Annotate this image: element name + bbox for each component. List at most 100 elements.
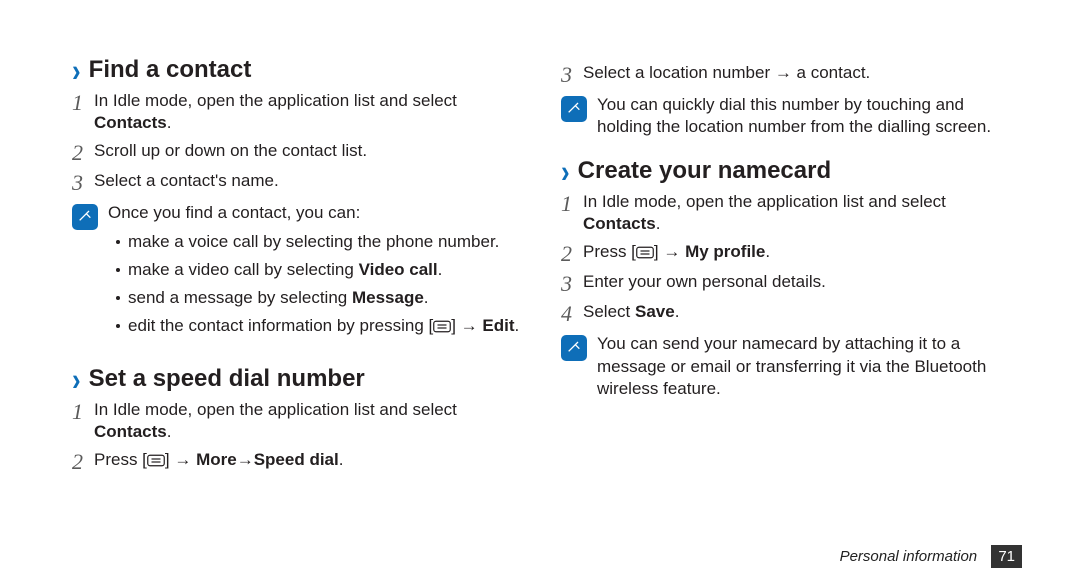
bullet-icon [116, 268, 120, 272]
text-bold: Video call [359, 260, 438, 279]
text: ] → [165, 450, 196, 469]
text: make a video call by selecting [128, 260, 359, 279]
step-number: 2 [72, 142, 94, 164]
text-bold: Contacts [583, 214, 656, 233]
text-bold: My profile [685, 242, 765, 261]
text: . [765, 242, 770, 261]
text: ] → [654, 242, 685, 261]
text-bold: Edit [482, 316, 514, 335]
step-3: 3 Select a contact's name. [72, 170, 533, 194]
chevron-right-icon: › [561, 155, 570, 186]
list-item: edit the contact information by pressing… [108, 315, 519, 339]
bullet-text: edit the contact information by pressing… [128, 315, 519, 339]
step-text: In Idle mode, open the application list … [94, 399, 533, 443]
text-bold: More [196, 450, 237, 469]
menu-key-icon [636, 243, 654, 265]
chevron-right-icon: › [72, 363, 81, 394]
text-bold: Message [352, 288, 424, 307]
manual-page: › Find a contact 1 In Idle mode, open th… [0, 0, 1080, 586]
left-column: › Find a contact 1 In Idle mode, open th… [72, 56, 533, 493]
note-icon [561, 335, 587, 361]
step-4: 4 Select Save. [561, 301, 1022, 325]
step-number: 1 [72, 401, 94, 423]
text: In Idle mode, open the application list … [94, 400, 457, 419]
note-icon [72, 204, 98, 230]
text: . [167, 113, 172, 132]
step-text: Press [ ] → More → Speed dial. [94, 449, 343, 473]
note-block: You can send your namecard by attaching … [561, 333, 1022, 400]
step-text: Select Save. [583, 301, 679, 323]
step-3-continued: 3 Select a location number → a contact. [561, 62, 1022, 86]
text: edit the contact information by pressing… [128, 316, 433, 335]
text-bold: Speed dial [254, 450, 339, 469]
text: send a message by selecting [128, 288, 352, 307]
menu-key-icon [433, 317, 451, 339]
note-block: Once you find a contact, you can: make a… [72, 202, 533, 345]
section-namecard: › Create your namecard 1 In Idle mode, o… [561, 157, 1022, 401]
text-bold: Contacts [94, 113, 167, 132]
text-bold: Contacts [94, 422, 167, 441]
step-2: 2 Press [ ] → My profile. [561, 241, 1022, 265]
text: . [167, 422, 172, 441]
step-text: Scroll up or down on the contact list. [94, 140, 367, 162]
step-1: 1 In Idle mode, open the application lis… [561, 191, 1022, 235]
note-block: You can quickly dial this number by touc… [561, 94, 1022, 139]
note-icon [561, 96, 587, 122]
text-bold: Save [635, 302, 675, 321]
step-2: 2 Scroll up or down on the contact list. [72, 140, 533, 164]
text: . [515, 316, 520, 335]
step-2: 2 Press [ ] → More → Speed dial. [72, 449, 533, 473]
footer-category: Personal information [840, 548, 978, 565]
text: In Idle mode, open the application list … [583, 192, 946, 211]
note-body: You can quickly dial this number by touc… [597, 94, 1022, 139]
step-text: Enter your own personal details. [583, 271, 826, 293]
bullet-text: send a message by selecting Message. [128, 287, 429, 309]
step-text: Press [ ] → My profile. [583, 241, 770, 265]
step-text: Select a contact's name. [94, 170, 279, 192]
section-find-contact: › Find a contact 1 In Idle mode, open th… [72, 56, 533, 345]
page-number: 71 [991, 545, 1022, 568]
step-3: 3 Enter your own personal details. [561, 271, 1022, 295]
list-item: make a voice call by selecting the phone… [108, 231, 519, 253]
text: . [656, 214, 661, 233]
bullet-icon [116, 296, 120, 300]
step-number: 2 [561, 243, 583, 265]
text: In Idle mode, open the application list … [94, 91, 457, 110]
text: Press [ [583, 242, 636, 261]
page-footer: Personal information 71 [840, 545, 1022, 568]
list-item: send a message by selecting Message. [108, 287, 519, 309]
step-number: 1 [72, 92, 94, 114]
step-text: In Idle mode, open the application list … [94, 90, 533, 134]
text: . [339, 450, 344, 469]
step-1: 1 In Idle mode, open the application lis… [72, 399, 533, 443]
bullet-icon [116, 240, 120, 244]
section-heading: › Create your namecard [561, 157, 1022, 185]
bullet-text: make a video call by selecting Video cal… [128, 259, 442, 281]
bullet-icon [116, 324, 120, 328]
menu-key-icon [147, 451, 165, 473]
arrow: → [237, 449, 254, 471]
note-intro: Once you find a contact, you can: [108, 202, 519, 224]
right-column: 3 Select a location number → a contact. … [561, 56, 1022, 493]
step-number: 4 [561, 303, 583, 325]
step-number: 2 [72, 451, 94, 473]
list-item: make a video call by selecting Video cal… [108, 259, 519, 281]
note-body: Once you find a contact, you can: make a… [108, 202, 519, 345]
chevron-right-icon: › [72, 54, 81, 85]
text: . [424, 288, 429, 307]
text: . [675, 302, 680, 321]
bullet-list: make a voice call by selecting the phone… [108, 231, 519, 339]
section-title: Create your namecard [578, 157, 831, 185]
step-number: 1 [561, 193, 583, 215]
step-text: In Idle mode, open the application list … [583, 191, 1022, 235]
section-heading: › Set a speed dial number [72, 365, 533, 393]
section-title: Set a speed dial number [89, 365, 365, 393]
step-1: 1 In Idle mode, open the application lis… [72, 90, 533, 134]
section-speed-dial: › Set a speed dial number 1 In Idle mode… [72, 365, 533, 473]
text: ] → [451, 316, 482, 335]
step-number: 3 [72, 172, 94, 194]
section-title: Find a contact [89, 56, 252, 84]
step-number: 3 [561, 64, 583, 86]
text: Press [ [94, 450, 147, 469]
step-text: Select a location number → a contact. [583, 62, 870, 84]
